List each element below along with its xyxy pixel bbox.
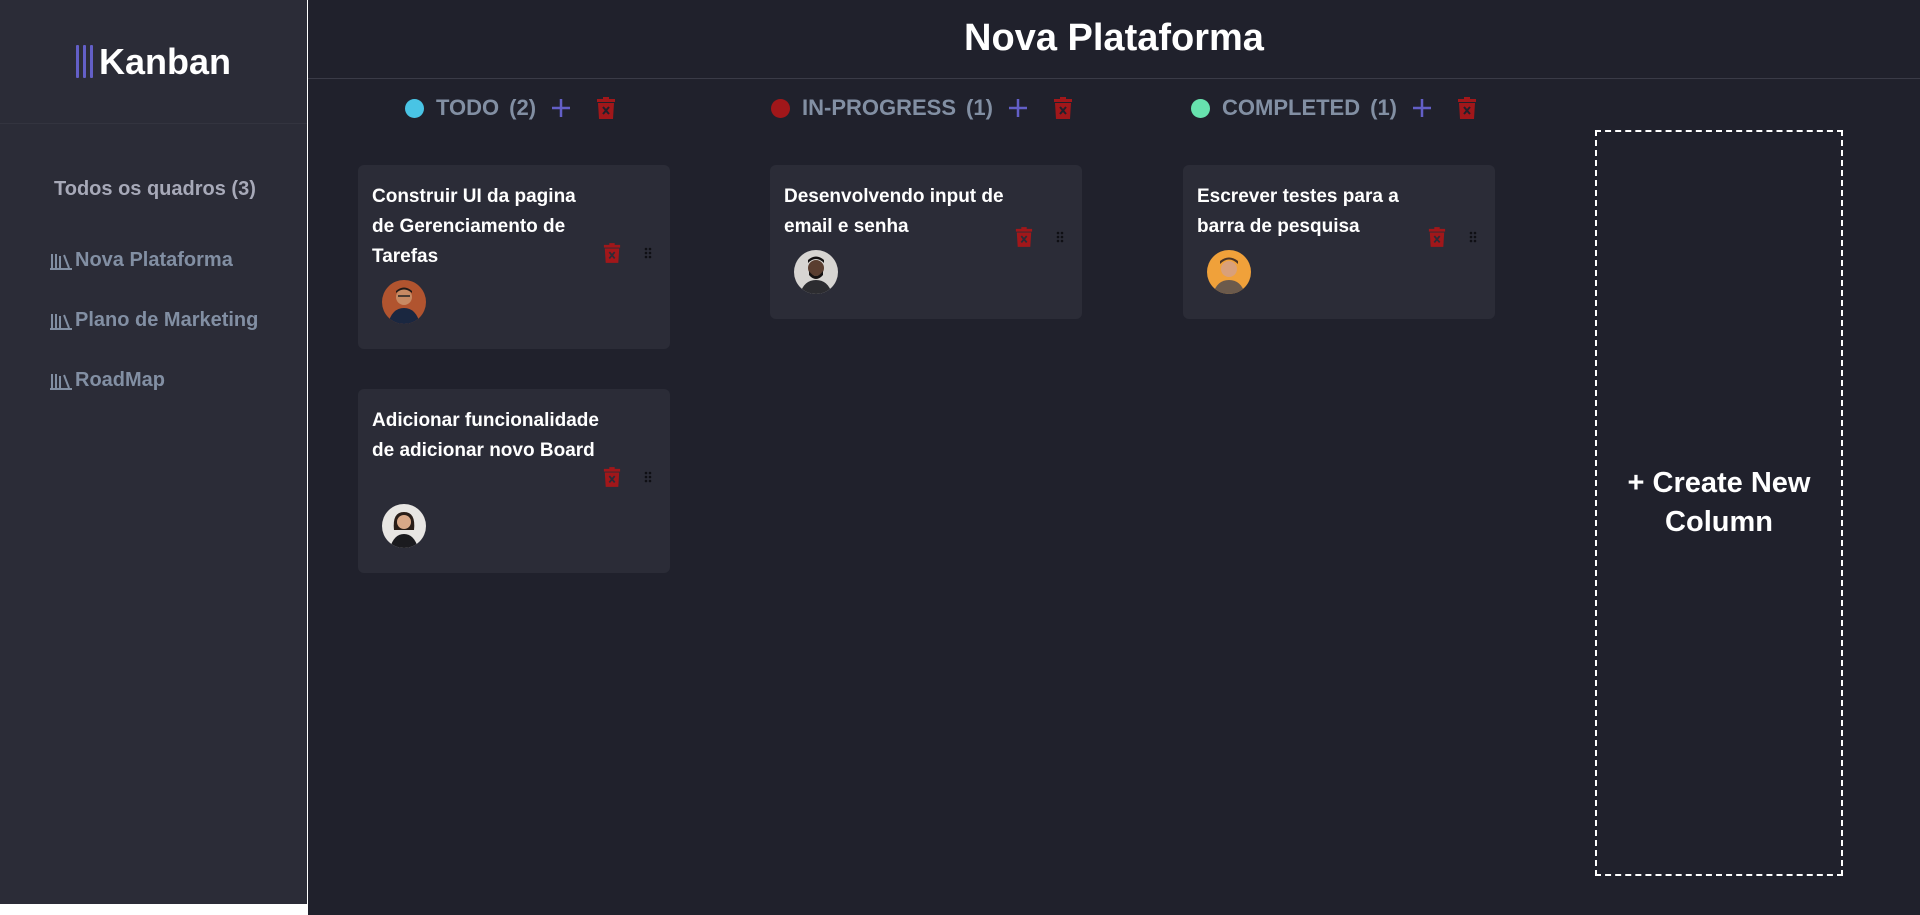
task-card[interactable]: Adicionar funcionalidade de adicionar no… bbox=[358, 389, 670, 573]
logo: Kanban bbox=[0, 0, 307, 124]
column-name: IN-PROGRESS bbox=[802, 95, 957, 120]
create-new-column-label: + Create New Column bbox=[1627, 467, 1811, 538]
library-icon bbox=[50, 313, 72, 330]
add-card-button[interactable] bbox=[1007, 97, 1029, 119]
drag-handle-icon bbox=[1469, 231, 1477, 243]
sidebar-item-nova-plataforma[interactable]: Nova Plataforma bbox=[49, 249, 233, 272]
column-count: (1) bbox=[1370, 95, 1398, 120]
task-title: Adicionar funcionalidade de adicionar no… bbox=[372, 410, 599, 461]
add-card-button[interactable] bbox=[550, 97, 572, 119]
trash-icon bbox=[1458, 97, 1477, 119]
sidebar-item-label: RoadMap bbox=[75, 369, 165, 391]
avatar-man-glasses-icon bbox=[382, 280, 426, 324]
column-color-dot bbox=[405, 98, 424, 118]
sidebar: Kanban Todos os quadros (3) Nova Platafo… bbox=[0, 0, 307, 904]
all-boards-heading: Todos os quadros (3) bbox=[54, 178, 256, 200]
task-card[interactable]: Construir UI da pagina de Gerenciamento … bbox=[358, 165, 670, 349]
trash-icon bbox=[603, 243, 621, 263]
column-count: (1) bbox=[966, 95, 993, 120]
create-new-column-button[interactable]: + Create New Column bbox=[1595, 130, 1843, 876]
drag-handle-icon bbox=[644, 247, 652, 259]
column-header-completed: COMPLETED (1) bbox=[1191, 91, 1477, 125]
trash-icon bbox=[1053, 97, 1072, 119]
sidebar-item-label: Nova Plataforma bbox=[75, 249, 233, 271]
column-name: TODO bbox=[436, 95, 500, 120]
avatar-woman-icon bbox=[382, 504, 426, 548]
drag-handle-icon bbox=[644, 471, 652, 483]
column-header-todo: TODO (2) bbox=[405, 91, 616, 125]
column-count: (2) bbox=[509, 95, 537, 120]
drag-handle[interactable] bbox=[644, 471, 652, 483]
sidebar-item-label: Plano de Marketing bbox=[75, 309, 259, 331]
page-title: Nova Plataforma bbox=[964, 16, 1264, 59]
delete-task-button[interactable] bbox=[603, 242, 621, 264]
avatar bbox=[1207, 250, 1251, 294]
column-color-dot bbox=[1191, 98, 1210, 118]
board-area: Nova Plataforma TODO (2) IN-PROGRESS (1)… bbox=[308, 0, 1920, 915]
trash-icon bbox=[1015, 227, 1033, 247]
plus-icon bbox=[1413, 99, 1432, 117]
column-header-in-progress: IN-PROGRESS (1) bbox=[771, 91, 1073, 125]
task-title: Construir UI da pagina de Gerenciamento … bbox=[372, 186, 576, 267]
avatar bbox=[382, 280, 426, 324]
trash-icon bbox=[603, 467, 621, 487]
sidebar-item-roadmap[interactable]: RoadMap bbox=[49, 369, 165, 392]
task-card[interactable]: Desenvolvendo input de email e senha bbox=[770, 165, 1082, 319]
drag-handle[interactable] bbox=[1056, 231, 1064, 243]
plus-icon bbox=[552, 99, 571, 117]
plus-icon bbox=[1008, 99, 1027, 117]
drag-handle[interactable] bbox=[1469, 231, 1477, 243]
task-title: Desenvolvendo input de email e senha bbox=[784, 186, 1004, 237]
drag-handle[interactable] bbox=[644, 247, 652, 259]
sidebar-item-plano-de-marketing[interactable]: Plano de Marketing bbox=[49, 309, 258, 332]
trash-icon bbox=[597, 97, 616, 119]
library-icon bbox=[50, 373, 72, 390]
task-card[interactable]: Escrever testes para a barra de pesquisa bbox=[1183, 165, 1495, 319]
task-title: Escrever testes para a barra de pesquisa bbox=[1197, 186, 1399, 237]
trash-icon bbox=[1428, 227, 1446, 247]
delete-column-button[interactable] bbox=[1053, 96, 1073, 120]
avatar bbox=[382, 504, 426, 548]
drag-handle-icon bbox=[1056, 231, 1064, 243]
avatar-man-young-icon bbox=[1207, 250, 1251, 294]
library-icon bbox=[50, 253, 72, 270]
delete-task-button[interactable] bbox=[603, 466, 621, 488]
delete-column-button[interactable] bbox=[596, 96, 616, 120]
avatar bbox=[794, 250, 838, 294]
header: Nova Plataforma bbox=[308, 0, 1920, 79]
delete-column-button[interactable] bbox=[1457, 96, 1477, 120]
delete-task-button[interactable] bbox=[1015, 226, 1033, 248]
delete-task-button[interactable] bbox=[1428, 226, 1446, 248]
add-card-button[interactable] bbox=[1411, 97, 1433, 119]
logo-icon bbox=[75, 45, 93, 78]
avatar-man-beard-icon bbox=[794, 250, 838, 294]
logo-text: Kanban bbox=[98, 40, 231, 82]
column-color-dot bbox=[771, 98, 790, 118]
column-name: COMPLETED bbox=[1222, 95, 1361, 120]
